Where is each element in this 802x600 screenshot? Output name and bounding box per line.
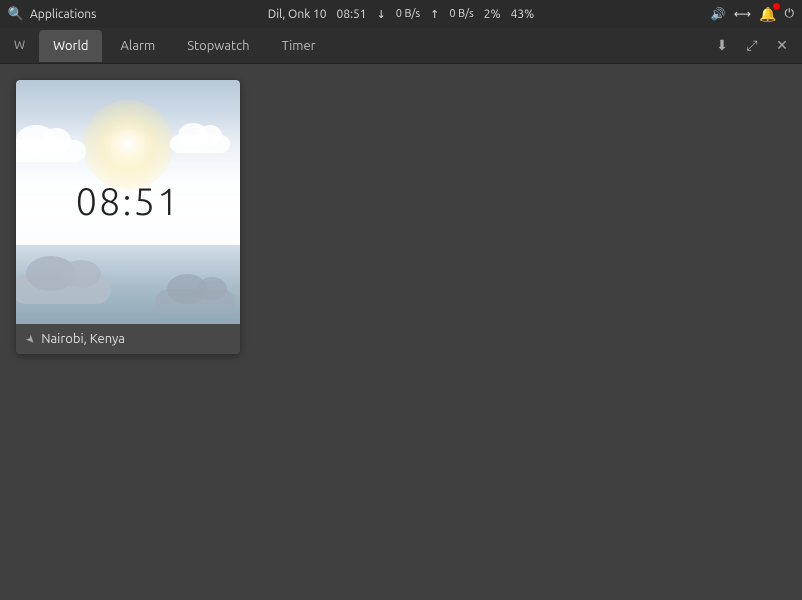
content-area: 08:51 ➤ Nairobi, Kenya: [0, 64, 802, 600]
upload-arrow-icon: ↑: [430, 8, 439, 21]
clock-card: 08:51 ➤ Nairobi, Kenya: [16, 80, 240, 354]
search-icon: 🔍: [8, 6, 24, 22]
notification-badge: [773, 3, 780, 10]
tab-alarm[interactable]: Alarm: [106, 30, 169, 62]
network-icon[interactable]: ⟷: [734, 7, 751, 21]
notification-bell-icon[interactable]: 🔔: [759, 6, 776, 23]
download-button[interactable]: ⬇: [710, 34, 734, 58]
system-bar-center: Dil, Onk 10 08:51 ↓ 0 B/s ↑ 0 B/s 2% 43%: [268, 8, 534, 21]
cpu-usage: 2%: [484, 8, 501, 21]
tab-stopwatch[interactable]: Stopwatch: [173, 30, 263, 62]
system-bar-right: 🔊 ⟷ 🔔 ⏻: [542, 6, 794, 23]
applications-label[interactable]: Applications: [30, 8, 96, 21]
download-arrow-icon: ↓: [377, 8, 386, 21]
download-speed: 0 B/s: [396, 8, 420, 20]
power-icon[interactable]: ⏻: [785, 7, 795, 21]
cloud-1: [16, 140, 86, 162]
app-window: W World Alarm Stopwatch Timer ⬇ ⤢ ✕: [0, 28, 802, 600]
cloud-bottom-1: [16, 274, 111, 304]
clock-image: 08:51: [16, 80, 240, 324]
cloud-2: [170, 135, 230, 153]
expand-button[interactable]: ⤢: [740, 34, 764, 58]
sun-glow: [83, 100, 173, 190]
cloud-bottom-2: [155, 289, 235, 314]
user-date: Dil, Onk 10: [268, 8, 327, 21]
system-bar: 🔍 Applications Dil, Onk 10 08:51 ↓ 0 B/s…: [0, 0, 802, 28]
location-label: Nairobi, Kenya: [41, 332, 125, 346]
upload-speed: 0 B/s: [449, 8, 473, 20]
window-actions: ⬇ ⤢ ✕: [710, 34, 794, 58]
tab-bar: W World Alarm Stopwatch Timer ⬇ ⤢ ✕: [0, 28, 802, 64]
system-time: 08:51: [337, 8, 367, 21]
close-button[interactable]: ✕: [770, 34, 794, 58]
window-short-title: W: [8, 35, 31, 56]
tab-timer[interactable]: Timer: [268, 30, 330, 62]
tab-world[interactable]: World: [39, 30, 102, 62]
location-icon: ➤: [23, 331, 39, 347]
clock-time-display: 08:51: [76, 181, 181, 223]
battery-level: 43%: [511, 8, 535, 21]
system-bar-left: 🔍 Applications: [8, 6, 260, 22]
volume-icon[interactable]: 🔊: [711, 7, 726, 21]
location-row: ➤ Nairobi, Kenya: [16, 324, 240, 354]
